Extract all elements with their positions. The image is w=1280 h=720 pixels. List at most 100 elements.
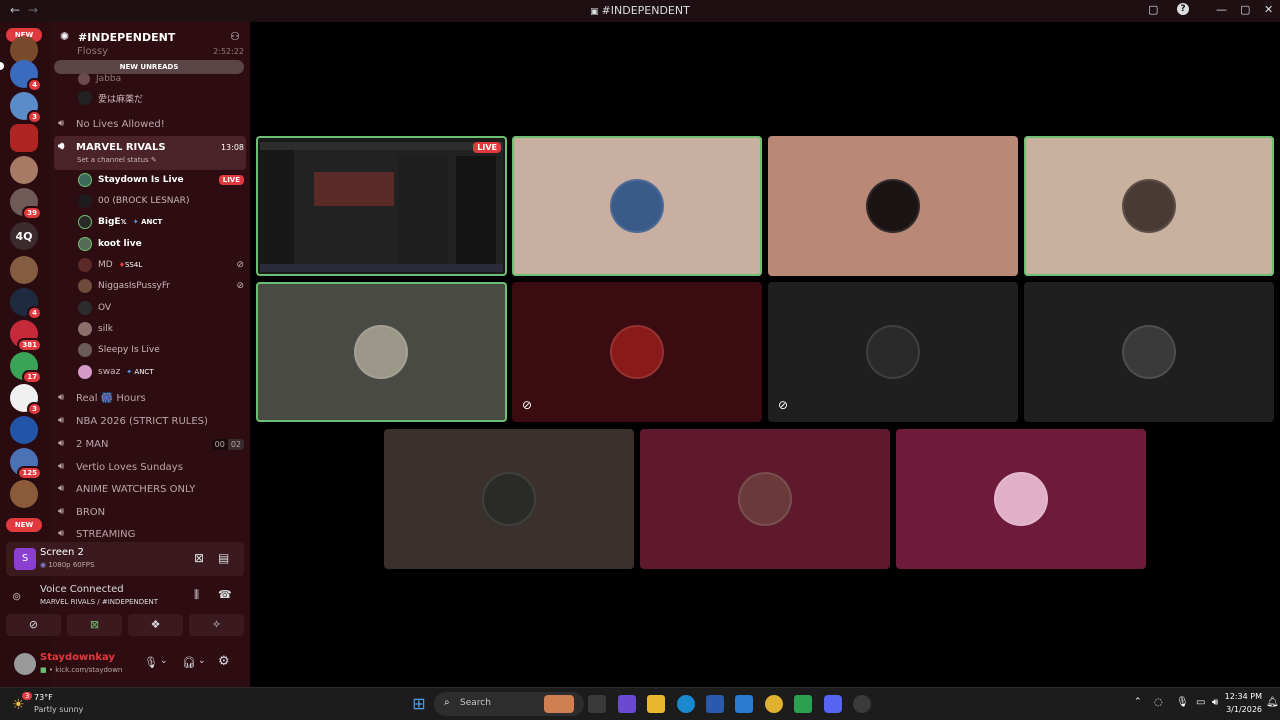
volume-icon[interactable]: 🔊︎: [1212, 697, 1218, 708]
connection-icon[interactable]: ⊚: [12, 590, 21, 603]
new-unreads-pill[interactable]: NEW: [6, 518, 42, 532]
soundboard-icon[interactable]: ✧: [189, 614, 244, 636]
server-4q[interactable]: 4Q: [10, 222, 38, 250]
chrome-icon[interactable]: [765, 695, 783, 713]
voice-user[interactable]: BigE𝕩 ✦ ANCT: [78, 212, 244, 232]
store-icon[interactable]: [706, 695, 724, 713]
voice-channel-active[interactable]: 🔊︎ MARVEL RIVALS 13:08: [58, 137, 244, 157]
network-icon[interactable]: ▭: [1196, 697, 1205, 708]
server-icon[interactable]: 17: [10, 352, 42, 384]
voice-user[interactable]: Sleepy Is Live: [78, 340, 244, 360]
stream-tile[interactable]: LIVE: [256, 136, 507, 276]
channel-partial[interactable]: Flossy 2:52:22: [58, 44, 244, 58]
file-explorer-icon[interactable]: [647, 695, 665, 713]
headphones-icon[interactable]: 🎧︎: [182, 656, 196, 669]
voice-user[interactable]: silk: [78, 319, 244, 339]
voice-user[interactable]: 愛は麻薬だ: [78, 88, 244, 108]
server-icon[interactable]: [10, 124, 38, 152]
server-icon[interactable]: [10, 156, 38, 184]
participant-tile[interactable]: [1024, 282, 1274, 422]
voice-user[interactable]: NiggasIsPussyFr ⊘: [78, 276, 244, 296]
outlook-icon[interactable]: [735, 695, 753, 713]
screen-icon: S: [14, 548, 36, 570]
stop-stream-icon[interactable]: ⊠: [194, 551, 204, 565]
clock-time[interactable]: 12:34 PM: [1222, 692, 1262, 701]
close-button[interactable]: ✕: [1264, 3, 1273, 16]
participant-tile[interactable]: [640, 429, 890, 569]
voice-channel[interactable]: 🔊︎ 2 MAN 00 02: [58, 434, 244, 454]
channel-status[interactable]: Set a channel status ✎: [77, 156, 157, 164]
copilot-icon[interactable]: [618, 695, 636, 713]
voice-channel[interactable]: 🔊︎ Vertio Loves Sundays: [58, 457, 244, 477]
server-icon[interactable]: 381: [10, 320, 42, 352]
participant-tile[interactable]: [896, 429, 1146, 569]
windows-start-icon[interactable]: ⊞: [410, 695, 428, 713]
stream-settings-icon[interactable]: ▤: [218, 551, 229, 565]
weather-widget[interactable]: ☀ 3: [12, 692, 33, 714]
voice-channel[interactable]: 🔊︎ NBA 2026 (STRICT RULES): [58, 411, 244, 431]
username[interactable]: Staydownkay: [40, 652, 115, 663]
noise-suppression-icon[interactable]: ⫼: [194, 588, 199, 602]
clock-date[interactable]: 3/1/2026: [1222, 705, 1262, 714]
voice-user[interactable]: koot live: [78, 234, 244, 254]
minimize-button[interactable]: —: [1216, 3, 1227, 16]
voice-channel[interactable]: 🔊︎ BRON: [58, 502, 244, 522]
help-icon[interactable]: ?: [1177, 3, 1189, 15]
voice-user[interactable]: 00 (BROCK LESNAR): [78, 191, 244, 211]
task-view-icon[interactable]: [588, 695, 606, 713]
participant-tile[interactable]: [384, 429, 634, 569]
avatar: [610, 325, 664, 379]
microphone-icon[interactable]: 🎙︎: [144, 656, 158, 669]
server-icon[interactable]: [10, 480, 38, 508]
server-icon[interactable]: 3: [10, 92, 42, 124]
voice-user[interactable]: Jabba: [78, 73, 244, 85]
activities-icon[interactable]: ❖: [128, 614, 183, 636]
avatar[interactable]: [14, 653, 36, 675]
voice-user[interactable]: MD ♦SS4L ⊘: [78, 255, 244, 275]
server-icon[interactable]: 3: [10, 384, 42, 416]
server-icon[interactable]: 125: [10, 448, 42, 480]
camera-off-icon[interactable]: ⊘: [6, 614, 61, 636]
voice-channel[interactable]: 🔊︎ Real 🎆 Hours: [58, 388, 244, 408]
participant-tile[interactable]: [768, 136, 1018, 276]
server-icon[interactable]: 4: [10, 60, 42, 92]
settings-gear-icon[interactable]: ⚙: [218, 654, 230, 669]
participant-tile[interactable]: [1024, 136, 1274, 276]
disconnect-icon[interactable]: ☎: [218, 588, 232, 601]
server-icon[interactable]: 4: [10, 288, 42, 320]
app-icon[interactable]: [853, 695, 871, 713]
chevron-down-icon[interactable]: ⌄: [198, 656, 206, 666]
voice-user[interactable]: OV: [78, 298, 244, 318]
server-icon[interactable]: [10, 416, 38, 444]
participant-tile[interactable]: ⊘: [768, 282, 1018, 422]
voice-channel[interactable]: 🔊︎ ANIME WATCHERS ONLY: [58, 479, 244, 499]
discord-icon[interactable]: [824, 695, 842, 713]
add-member-icon[interactable]: ⚇: [230, 30, 240, 43]
share-screen-icon[interactable]: ⊠: [67, 614, 122, 636]
edge-icon[interactable]: [677, 695, 695, 713]
participant-tile[interactable]: [512, 136, 762, 276]
participant-tile[interactable]: ⊘: [512, 282, 762, 422]
chevron-down-icon[interactable]: ⌄: [160, 656, 168, 666]
maximize-button[interactable]: ▢: [1240, 3, 1250, 16]
search-box[interactable]: ⌕ Search: [434, 692, 584, 716]
voice-user[interactable]: swaz ✦ ANCT: [78, 362, 244, 382]
voice-channel[interactable]: 🔊︎ STREAMING: [58, 524, 244, 544]
user-status[interactable]: ■ • kick.com/staydown: [40, 666, 122, 674]
tray-icon[interactable]: ◌: [1154, 697, 1163, 708]
chevron-up-icon[interactable]: ⌃: [1134, 697, 1142, 707]
server-icon[interactable]: 39: [10, 188, 42, 220]
notification-bell-icon[interactable]: 🔔︎: [1266, 697, 1279, 708]
app-icon[interactable]: [794, 695, 812, 713]
server-icon[interactable]: [10, 256, 38, 284]
discord-window: ← → ▣ #INDEPENDENT ▢ ? — ▢ ✕ NEW 4 3 39 …: [0, 0, 1280, 720]
voice-channel[interactable]: 🔊︎ No Lives Allowed!: [58, 114, 244, 134]
weather-desc: Partly sunny: [34, 705, 84, 714]
inbox-icon[interactable]: ▢: [1148, 3, 1158, 16]
voice-user[interactable]: Staydown Is Live LIVE: [78, 170, 244, 190]
new-unreads-banner[interactable]: NEW UNREADS: [54, 60, 244, 74]
participant-tile[interactable]: [256, 282, 507, 422]
voice-location[interactable]: MARVEL RIVALS / #INDEPENDENT: [40, 598, 158, 606]
voice-status[interactable]: Voice Connected: [40, 584, 124, 595]
microphone-icon[interactable]: 🎙︎: [1176, 697, 1189, 708]
